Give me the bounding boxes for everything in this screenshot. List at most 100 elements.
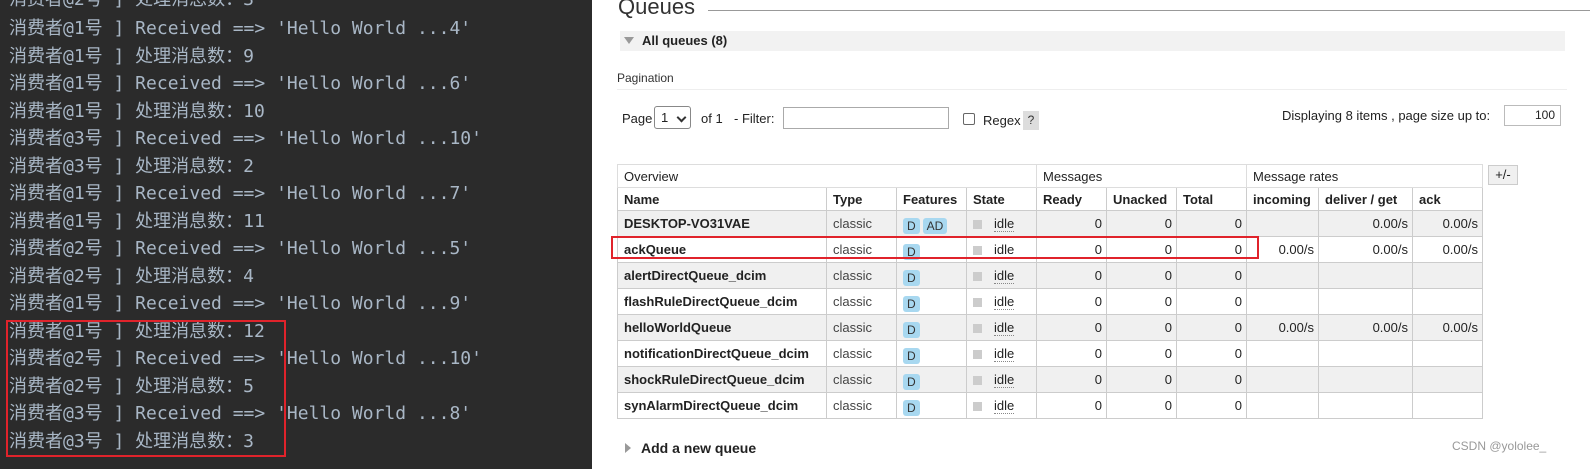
deliver-rate: 0.00/s xyxy=(1318,314,1413,341)
queue-type: classic xyxy=(826,288,897,315)
all-queues-toggle[interactable]: All queues (8) xyxy=(620,31,1565,51)
log-line: 消费者@1号 ] Received ==> 'Hello World ...7' xyxy=(9,183,472,204)
regex-checkbox[interactable] xyxy=(963,113,975,125)
group-header-messages: Messages xyxy=(1036,164,1247,188)
unacked-count: 0 xyxy=(1106,262,1177,289)
feature-badge[interactable]: D xyxy=(903,373,920,390)
queue-type: classic xyxy=(826,314,897,341)
divider xyxy=(708,10,1590,11)
state-cell: idle xyxy=(966,392,1037,419)
ack-rate xyxy=(1412,366,1483,393)
incoming-rate xyxy=(1246,366,1319,393)
column-header[interactable]: deliver / get xyxy=(1318,187,1413,211)
state-cell: idle xyxy=(966,262,1037,289)
queue-name-link[interactable]: flashRuleDirectQueue_dcim xyxy=(617,288,827,315)
ack-rate xyxy=(1412,340,1483,367)
log-line: 消费者@1号 ] 处理消息数：10 xyxy=(9,101,265,122)
log-line: 消费者@1号 ] Received ==> 'Hello World ...9' xyxy=(9,293,472,314)
ack-rate xyxy=(1412,392,1483,419)
features-cell: D xyxy=(896,392,967,419)
column-header[interactable]: Total xyxy=(1176,187,1247,211)
ready-count: 0 xyxy=(1036,340,1107,367)
table-row: alertDirectQueue_dcim classic D idle 0 0… xyxy=(617,262,1483,289)
group-header-message-rates: Message rates xyxy=(1246,164,1483,188)
queue-type: classic xyxy=(826,262,897,289)
regex-label: Regex xyxy=(983,113,1021,128)
queue-type: classic xyxy=(826,210,897,237)
table-row: flashRuleDirectQueue_dcim classic D idle… xyxy=(617,288,1483,315)
incoming-rate: 0.00/s xyxy=(1246,314,1319,341)
unacked-count: 0 xyxy=(1106,314,1177,341)
deliver-rate: 0.00/s xyxy=(1318,236,1413,263)
page-select[interactable]: 1 xyxy=(654,106,691,129)
column-header[interactable]: ack xyxy=(1412,187,1483,211)
ack-rate: 0.00/s xyxy=(1412,236,1483,263)
pagination-label: Pagination xyxy=(617,71,674,85)
caret-down-icon xyxy=(624,37,634,44)
ready-count: 0 xyxy=(1036,288,1107,315)
state-label: idle xyxy=(994,216,1015,232)
ack-rate: 0.00/s xyxy=(1412,314,1483,341)
column-toggle-button[interactable]: +/- xyxy=(1488,165,1518,185)
state-indicator-icon xyxy=(973,220,982,230)
queue-name-link[interactable]: alertDirectQueue_dcim xyxy=(617,262,827,289)
feature-badge[interactable]: D xyxy=(903,295,920,312)
regex-help-button[interactable]: ? xyxy=(1023,111,1039,130)
total-count: 0 xyxy=(1176,392,1247,419)
ack-rate: 0.00/s xyxy=(1412,210,1483,237)
ready-count: 0 xyxy=(1036,210,1107,237)
column-header[interactable]: Type xyxy=(826,187,897,211)
state-cell: idle xyxy=(966,340,1037,367)
table-row: DESKTOP-VO31VAE classic D AD idle 0 0 0 0… xyxy=(617,210,1483,237)
filter-input[interactable] xyxy=(783,107,949,129)
state-label: idle xyxy=(994,294,1015,310)
incoming-rate xyxy=(1246,210,1319,237)
state-indicator-icon xyxy=(973,402,982,412)
feature-badge[interactable]: D xyxy=(903,217,920,234)
total-count: 0 xyxy=(1176,340,1247,367)
page-size-input[interactable]: 100 xyxy=(1504,105,1561,126)
state-label: idle xyxy=(994,372,1015,388)
feature-badge[interactable]: D xyxy=(903,269,920,286)
table-row: notificationDirectQueue_dcim classic D i… xyxy=(617,340,1483,367)
log-line: 消费者@1号 ] 处理消息数：11 xyxy=(9,211,265,232)
feature-badge[interactable]: D xyxy=(903,399,920,416)
queue-name-link[interactable]: synAlarmDirectQueue_dcim xyxy=(617,392,827,419)
queues-panel: Queues All queues (8) Pagination Page 1 … xyxy=(592,0,1590,469)
unacked-count: 0 xyxy=(1106,392,1177,419)
ready-count: 0 xyxy=(1036,366,1107,393)
features-cell: D xyxy=(896,288,967,315)
unacked-count: 0 xyxy=(1106,288,1177,315)
queue-name-link[interactable]: DESKTOP-VO31VAE xyxy=(617,210,827,237)
state-cell: idle xyxy=(966,288,1037,315)
state-label: idle xyxy=(994,398,1015,414)
column-header[interactable]: Unacked xyxy=(1106,187,1177,211)
log-line: 消费者@1号 ] Received ==> 'Hello World ...6' xyxy=(9,73,472,94)
queue-name-link[interactable]: notificationDirectQueue_dcim xyxy=(617,340,827,367)
unacked-count: 0 xyxy=(1106,340,1177,367)
ready-count: 0 xyxy=(1036,314,1107,341)
feature-badge[interactable]: D xyxy=(903,321,920,338)
column-header[interactable]: Name xyxy=(617,187,827,211)
state-label: idle xyxy=(994,268,1015,284)
incoming-rate xyxy=(1246,392,1319,419)
column-header[interactable]: Features xyxy=(896,187,967,211)
watermark: CSDN @yololee_ xyxy=(1452,439,1547,453)
ready-count: 0 xyxy=(1036,262,1107,289)
ready-count: 0 xyxy=(1036,392,1107,419)
column-header[interactable]: incoming xyxy=(1246,187,1319,211)
queue-name-link[interactable]: helloWorldQueue xyxy=(617,314,827,341)
log-line: 消费者@2号 ] 处理消息数：4 xyxy=(9,266,255,287)
column-header[interactable]: State xyxy=(966,187,1037,211)
feature-badge[interactable]: AD xyxy=(922,217,948,234)
column-header[interactable]: Ready xyxy=(1036,187,1107,211)
deliver-rate xyxy=(1318,366,1413,393)
page-title: Queues xyxy=(618,0,696,19)
group-header-overview: Overview xyxy=(617,164,1037,188)
log-line: 消费者@1号 ] Received ==> 'Hello World ...4' xyxy=(9,18,472,39)
table-row: shockRuleDirectQueue_dcim classic D idle… xyxy=(617,366,1483,393)
queue-name-link[interactable]: shockRuleDirectQueue_dcim xyxy=(617,366,827,393)
feature-badge[interactable]: D xyxy=(903,347,920,364)
add-queue-toggle[interactable]: Add a new queue xyxy=(625,440,756,456)
page-count: of 1 xyxy=(701,111,723,126)
